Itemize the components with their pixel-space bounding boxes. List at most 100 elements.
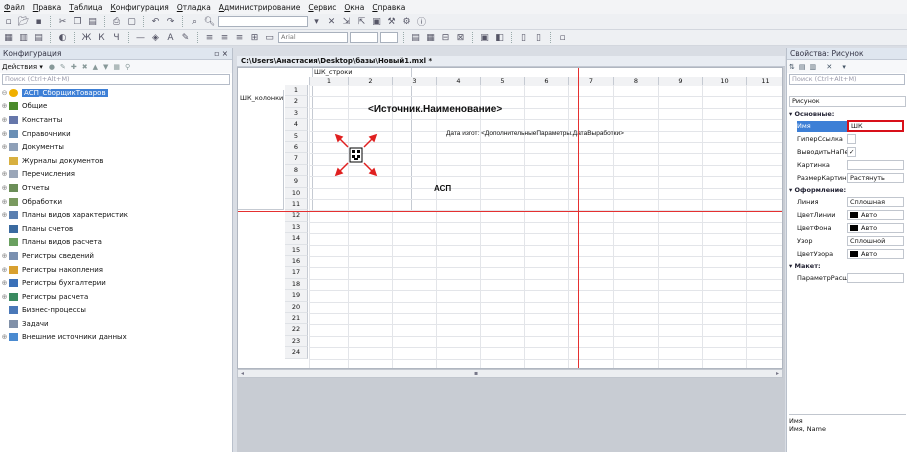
- tree-item[interactable]: Планы счетов: [0, 222, 232, 236]
- tree-item[interactable]: ⊕ Регистры накопления: [0, 263, 232, 277]
- copy-icon[interactable]: ❐: [71, 16, 84, 28]
- tree-item[interactable]: ⊕ Общие: [0, 100, 232, 114]
- horizontal-scrollbar[interactable]: ◂ ▪ ▸: [237, 369, 783, 378]
- expand-icon[interactable]: ⊕: [0, 333, 9, 341]
- property-section[interactable]: ▾ Основные:: [789, 110, 834, 118]
- dropdown-icon[interactable]: ▾: [310, 16, 323, 28]
- menu-item-8[interactable]: Справка: [372, 3, 405, 12]
- save-icon[interactable]: ▪: [32, 16, 45, 28]
- row-header[interactable]: 19: [285, 290, 308, 302]
- expand-icon[interactable]: ⊕: [0, 198, 9, 206]
- tree-item[interactable]: Бизнес-процессы: [0, 304, 232, 318]
- menu-item-2[interactable]: Таблица: [69, 3, 102, 12]
- cut-icon[interactable]: ✂: [56, 16, 69, 28]
- expand-icon[interactable]: ⊕: [0, 293, 9, 301]
- table-icon[interactable]: ▥: [17, 32, 30, 44]
- column-header[interactable]: 2: [348, 77, 392, 86]
- row-header[interactable]: 3: [285, 107, 308, 120]
- row-header[interactable]: 20: [285, 301, 308, 313]
- expand-icon[interactable]: ⊕: [0, 102, 9, 110]
- table-props-icon[interactable]: ▦: [424, 32, 437, 44]
- property-row[interactable]: Картинка: [787, 160, 907, 171]
- expand-icon[interactable]: ⊕: [0, 279, 9, 287]
- tree-item[interactable]: ⊕ Документы: [0, 140, 232, 154]
- property-value[interactable]: Сплошная: [847, 197, 904, 207]
- action-icons[interactable]: ●✎✚✖▲▼▦⚲: [49, 63, 135, 71]
- property-row[interactable]: Имя ШК: [787, 120, 907, 132]
- tree-item[interactable]: ⊕ Перечисления: [0, 168, 232, 182]
- row-header[interactable]: 1: [285, 85, 308, 97]
- row-header[interactable]: 7: [285, 153, 308, 165]
- property-value[interactable]: Авто: [847, 210, 904, 220]
- page-icon[interactable]: ▯: [517, 32, 530, 44]
- row-header[interactable]: 17: [285, 267, 308, 279]
- picture-object[interactable]: [332, 132, 380, 178]
- row-header[interactable]: 6: [285, 142, 308, 154]
- menu-item-1[interactable]: Правка: [33, 3, 62, 12]
- menu-item-3[interactable]: Конфигурация: [110, 3, 168, 12]
- menu-item-0[interactable]: Файл: [4, 3, 25, 12]
- row-header[interactable]: 21: [285, 313, 308, 325]
- column-header[interactable]: 1: [309, 77, 348, 86]
- expand-icon[interactable]: ⊕: [0, 116, 9, 124]
- pen-icon[interactable]: ✎: [179, 32, 192, 44]
- text-color-icon[interactable]: A: [164, 32, 177, 44]
- find-icon[interactable]: ⌕: [188, 16, 201, 28]
- row-header[interactable]: 16: [285, 256, 308, 268]
- preview-icon[interactable]: ▢: [125, 16, 138, 28]
- menu-item-7[interactable]: Окна: [344, 3, 364, 12]
- row-header[interactable]: 9: [285, 176, 308, 188]
- row-header[interactable]: 14: [285, 233, 308, 245]
- tree-item[interactable]: Планы видов расчета: [0, 236, 232, 250]
- clear-icon[interactable]: ✕: [325, 16, 338, 28]
- property-value[interactable]: [847, 160, 904, 170]
- spreadsheet-grid[interactable]: ШК_строки ШК_колонки 1 2 3 4 5 6 7 8 9 10 11 12345…: [237, 67, 783, 369]
- tool-icon[interactable]: ⚒: [385, 16, 398, 28]
- property-value[interactable]: Растянуть: [847, 173, 904, 183]
- expand-icon[interactable]: ⊖: [0, 89, 9, 97]
- row-header[interactable]: 22: [285, 324, 308, 336]
- search-prev-icon[interactable]: ⇱: [355, 16, 368, 28]
- color-icon[interactable]: ◐: [56, 32, 69, 44]
- names-icon[interactable]: ▣: [478, 32, 491, 44]
- property-section[interactable]: ▾ Оформление:: [789, 186, 846, 194]
- property-row[interactable]: Линия Сплошная: [787, 197, 907, 208]
- property-row[interactable]: ВыводитьНаПечать✓: [787, 147, 907, 158]
- menu-item-5[interactable]: Администрирование: [219, 3, 301, 12]
- properties-search-input[interactable]: Поиск (Ctrl+Alt+M): [789, 74, 905, 85]
- open-icon[interactable]: 📂︎: [17, 16, 30, 28]
- tree-item[interactable]: ⊕ Внешние источники данных: [0, 331, 232, 345]
- property-value[interactable]: [847, 273, 904, 283]
- scroll-left-icon[interactable]: ◂: [241, 370, 244, 377]
- tree-item[interactable]: ⊕ Обработки: [0, 195, 232, 209]
- print-icon[interactable]: ⎙: [110, 16, 123, 28]
- expand-icon[interactable]: ⊕: [0, 211, 9, 219]
- source-name-cell[interactable]: <Источник.Наименование>: [368, 104, 502, 115]
- show-icon[interactable]: ◧: [493, 32, 506, 44]
- fill-icon[interactable]: ◈: [149, 32, 162, 44]
- underline-icon[interactable]: Ч: [110, 32, 123, 44]
- tree-item[interactable]: Задачи: [0, 317, 232, 331]
- window-icon[interactable]: ▣: [370, 16, 383, 28]
- tree-item[interactable]: ⊕ Регистры сведений: [0, 249, 232, 263]
- property-value[interactable]: ШК: [847, 120, 904, 132]
- actions-button[interactable]: Действия ▾: [2, 63, 43, 71]
- font-name-select[interactable]: Arial: [278, 32, 348, 43]
- column-header[interactable]: 11: [746, 77, 782, 86]
- column-header[interactable]: 7: [568, 77, 613, 86]
- pin-icon[interactable]: ▫ ×: [214, 48, 228, 59]
- debug-icon[interactable]: ⚙: [400, 16, 413, 28]
- expand-icon[interactable]: ⊕: [0, 170, 9, 178]
- row-header[interactable]: 11: [285, 199, 308, 211]
- row-header[interactable]: 15: [285, 244, 308, 256]
- tree-item[interactable]: ⊕ Справочники: [0, 127, 232, 141]
- search-input[interactable]: [218, 16, 308, 27]
- row-header[interactable]: 5: [285, 130, 308, 142]
- expand-icon[interactable]: ⊕: [0, 252, 9, 260]
- merge-icon[interactable]: ⊞: [248, 32, 261, 44]
- column-header[interactable]: 4: [436, 77, 480, 86]
- property-row[interactable]: ГиперСсылка: [787, 134, 907, 145]
- property-section[interactable]: ▾ Макет:: [789, 262, 821, 270]
- row-header[interactable]: 23: [285, 335, 308, 348]
- sort-icons[interactable]: ⇅▤▥ ✕ ▾: [789, 63, 850, 71]
